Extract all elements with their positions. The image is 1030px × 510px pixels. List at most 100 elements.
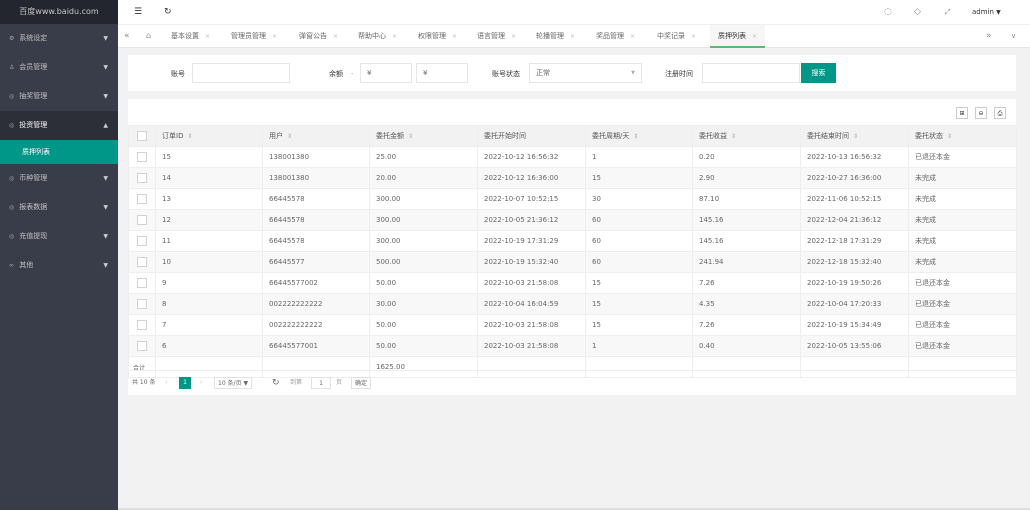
sort-icon[interactable]: ⇕ <box>633 133 638 140</box>
table-row[interactable]: 14 138001380 20.00 2022-10-12 16:36:00 15 2.9… <box>128 167 1017 189</box>
row-checkbox[interactable] <box>128 314 156 336</box>
table-row[interactable]: 8 002222222222 30.00 2022-10-04 16:04:59 15 4… <box>128 293 1017 315</box>
table-cell: 12 <box>155 209 263 231</box>
sidebar-item-currency[interactable]: ◎ 币种管理 ▼ <box>0 164 118 193</box>
close-icon[interactable]: × <box>333 33 338 40</box>
tab-prizes[interactable]: 奖品管理 × <box>596 25 635 47</box>
user-menu[interactable]: admin ▼ <box>972 0 1001 25</box>
tab-label: 管理员管理 <box>231 32 266 40</box>
table-cell: 2022-10-19 15:34:49 <box>800 314 909 336</box>
row-checkbox[interactable] <box>128 230 156 252</box>
goto-confirm-button[interactable]: 确定 <box>351 377 372 389</box>
status-select[interactable]: 正常 ▼ <box>529 63 642 83</box>
sidebar-item-investment[interactable]: ◎ 投资管理 ▲ <box>0 111 118 140</box>
close-icon[interactable]: × <box>630 33 635 40</box>
prev-page-icon[interactable]: ‹ <box>165 377 167 389</box>
tab-winning-records[interactable]: 中奖记录 × <box>657 25 696 47</box>
table-row[interactable]: 13 66445578 300.00 2022-10-07 10:52:15 30 87.… <box>128 188 1017 210</box>
sort-icon[interactable]: ⇕ <box>408 133 413 140</box>
table-cell: 2022-10-05 21:36:12 <box>477 209 586 231</box>
sort-icon[interactable]: ⇕ <box>853 133 858 140</box>
close-icon[interactable]: × <box>691 33 696 40</box>
column-header[interactable]: 委托收益 ⇕ <box>692 125 801 147</box>
close-icon[interactable]: × <box>752 33 757 40</box>
menu-fold-icon[interactable]: ☰ <box>134 0 142 24</box>
tab-scroll-right-icon[interactable]: » <box>986 25 992 47</box>
close-icon[interactable]: × <box>272 33 277 40</box>
table-row[interactable]: 10 66445577 500.00 2022-10-19 15:32:40 60 241… <box>128 251 1017 273</box>
select-all-checkbox[interactable] <box>128 125 156 147</box>
row-checkbox[interactable] <box>128 251 156 273</box>
refresh-icon[interactable]: ↻ <box>164 0 172 24</box>
export-icon[interactable]: ⊖ <box>975 107 987 119</box>
table-row[interactable]: 6 66445577001 50.00 2022-10-03 21:58:08 1 0.4… <box>128 335 1017 357</box>
close-icon[interactable]: × <box>452 33 457 40</box>
sort-icon[interactable]: ⇕ <box>187 133 192 140</box>
table-cell: 66445578 <box>262 209 370 231</box>
column-header[interactable]: 委托周期/天 ⇕ <box>585 125 693 147</box>
row-checkbox[interactable] <box>128 146 156 168</box>
close-icon[interactable]: × <box>511 33 516 40</box>
column-header[interactable]: 委托结束时间 ⇕ <box>800 125 909 147</box>
close-icon[interactable]: × <box>570 33 575 40</box>
sort-icon[interactable]: ⇕ <box>947 133 952 140</box>
balance-max-input[interactable]: ¥ <box>416 63 468 83</box>
column-header-label: 委托结束时间 <box>807 132 849 140</box>
refresh-icon[interactable]: ↻ <box>272 377 280 389</box>
close-icon[interactable]: × <box>392 33 397 40</box>
table-row[interactable]: 7 002222222222 50.00 2022-10-03 21:58:08 15 7… <box>128 314 1017 336</box>
tab-pledge-list[interactable]: 质押列表 × <box>710 25 766 48</box>
sort-icon[interactable]: ⇕ <box>731 133 736 140</box>
sidebar-item-other[interactable]: ∞ 其他 ▼ <box>0 251 118 280</box>
next-page-icon[interactable]: › <box>200 377 202 389</box>
tab-language[interactable]: 语言管理 × <box>477 25 516 47</box>
user-icon: ♙ <box>9 64 15 71</box>
row-checkbox[interactable] <box>128 167 156 189</box>
column-header[interactable]: 委托状态 ⇕ <box>908 125 1017 147</box>
table-row[interactable]: 11 66445578 300.00 2022-10-19 17:31:29 60 145… <box>128 230 1017 252</box>
print-icon[interactable]: ⎙ <box>994 107 1006 119</box>
table-cell: 2022-10-03 21:58:08 <box>477 272 586 294</box>
sidebar-item-system-settings[interactable]: ⚙ 系统设定 ▼ <box>0 24 118 53</box>
table-row[interactable]: 9 66445577002 50.00 2022-10-03 21:58:08 15 7.… <box>128 272 1017 294</box>
row-checkbox[interactable] <box>128 188 156 210</box>
tab-admin-management[interactable]: 管理员管理 × <box>231 25 277 47</box>
tab-permission[interactable]: 权限管理 × <box>418 25 457 47</box>
tab-carousel[interactable]: 轮播管理 × <box>536 25 575 47</box>
tab-scroll-left-icon[interactable]: « <box>124 25 130 47</box>
message-icon[interactable]: ◌ <box>884 0 892 24</box>
column-header[interactable]: 用户 ⇕ <box>262 125 370 147</box>
row-checkbox[interactable] <box>128 293 156 315</box>
tag-icon[interactable]: ◇ <box>914 0 921 24</box>
goto-page-input[interactable]: 1 <box>311 377 331 389</box>
sidebar-item-lottery[interactable]: ◎ 抽奖管理 ▼ <box>0 82 118 111</box>
column-filter-icon[interactable]: ⊞ <box>956 107 968 119</box>
column-header[interactable]: 委托金额 ⇕ <box>369 125 478 147</box>
search-button[interactable]: 搜索 <box>801 63 836 83</box>
balance-min-input[interactable]: ¥ <box>360 63 412 83</box>
tab-popup-notice[interactable]: 弹窗公告 × <box>299 25 338 47</box>
tab-menu-icon[interactable]: ∨ <box>1011 25 1016 47</box>
tab-help-center[interactable]: 帮助中心 × <box>358 25 397 47</box>
page-size-select[interactable]: 10 条/页 ▼ <box>214 377 253 389</box>
fullscreen-icon[interactable]: ⤢ <box>945 0 951 24</box>
home-icon[interactable]: ⌂ <box>146 25 151 47</box>
column-header-label: 订单ID <box>162 132 184 140</box>
table-row[interactable]: 12 66445578 300.00 2022-10-05 21:36:12 60 145… <box>128 209 1017 231</box>
table-row[interactable]: 15 138001380 25.00 2022-10-12 16:56:32 1 0.20… <box>128 146 1017 168</box>
row-checkbox[interactable] <box>128 209 156 231</box>
column-header[interactable]: 订单ID ⇕ <box>155 125 263 147</box>
register-time-input[interactable] <box>702 63 800 83</box>
sort-icon[interactable]: ⇕ <box>287 133 292 140</box>
close-icon[interactable]: × <box>205 33 210 40</box>
sidebar-subitem-pledge-list[interactable]: 质押列表 <box>0 140 118 164</box>
sidebar-item-members[interactable]: ♙ 会员管理 ▼ <box>0 53 118 82</box>
account-input[interactable] <box>192 63 290 83</box>
sidebar-item-reports[interactable]: ◎ 报表数据 ▼ <box>0 193 118 222</box>
row-checkbox[interactable] <box>128 272 156 294</box>
row-checkbox[interactable] <box>128 335 156 357</box>
tab-basic-settings[interactable]: 基本设置 × <box>171 25 210 47</box>
page-number-current[interactable]: 1 <box>179 377 191 389</box>
app-logo[interactable]: 百度www.baidu.com <box>0 0 118 24</box>
sidebar-item-recharge[interactable]: ◎ 充值提现 ▼ <box>0 222 118 251</box>
